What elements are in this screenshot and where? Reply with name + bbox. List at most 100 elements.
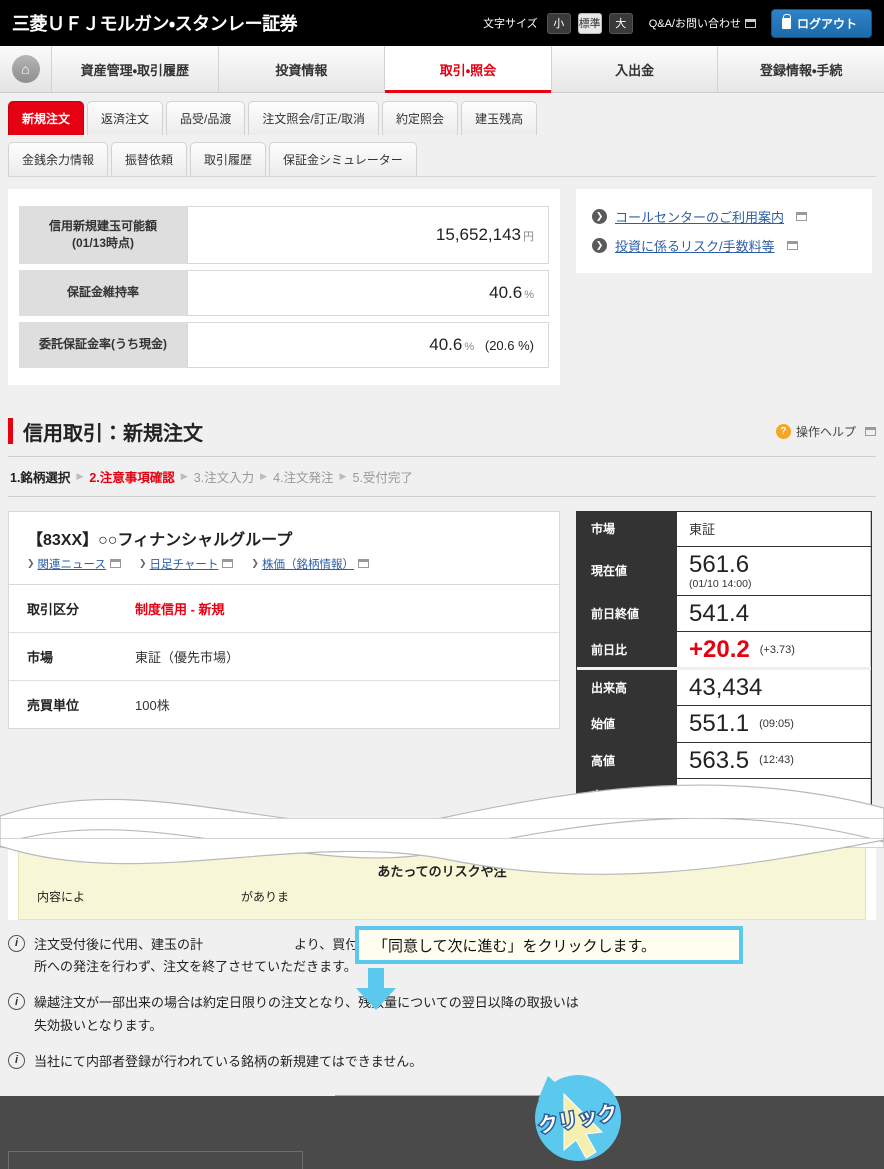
table-row: 保証金維持率 40.6% [19, 269, 549, 316]
down-arrow-icon [356, 968, 396, 1010]
caret-icon: ❯ [251, 558, 259, 569]
stock-detail-key: 売買単位 [27, 697, 80, 713]
quote-value-cell: 541.4 [677, 595, 871, 631]
quote-key: 市場 [577, 511, 677, 546]
new-window-icon [796, 212, 808, 221]
side-link-call-center[interactable]: ❯ コールセンターのご利用案内 [592, 207, 856, 226]
instruction-callout: 「同意して次に進む」をクリックします。 [355, 926, 743, 964]
balance-label-cell: 信用新規建玉可能額 (01/13時点) [19, 206, 187, 264]
tab-new-order[interactable]: 新規注文 [8, 101, 85, 135]
tab-order-inquiry[interactable]: 注文照会/訂正/取消 [248, 101, 380, 135]
quote-value-cell [677, 778, 871, 813]
notice-text: 当社にて内部者登録が行われている銘柄の新規建てはできません。 [34, 1053, 423, 1069]
footer-placeholder-box [8, 1151, 303, 1169]
table-row: 取引区分 制度信用 - 新規 [9, 584, 559, 633]
side-link-label: 投資に係るリスク/手数料等 [615, 239, 775, 254]
nav-item-assets[interactable]: 資産管理・取引履歴 [52, 46, 219, 92]
quote-value-cell: 551.1 (09:05) [677, 706, 871, 742]
info-icon: i [8, 993, 25, 1011]
nav-item-trading[interactable]: 取引・照会 [385, 46, 552, 93]
balance-value-cell: 40.6% [187, 269, 549, 316]
balance-unit: 円 [523, 230, 534, 243]
qa-contact-link[interactable]: Q&A/お問い合わせ [649, 15, 756, 31]
tab-contract-inquiry[interactable]: 約定照会 [382, 101, 459, 135]
new-window-icon [222, 559, 234, 569]
balance-label-cell: 保証金維持率 [19, 269, 187, 316]
tab-margin-simulator[interactable]: 保証金シミュレーター [269, 142, 417, 176]
info-icon: i [8, 934, 25, 952]
quote-key: 高値 [577, 742, 677, 778]
new-window-icon [109, 559, 121, 569]
tab-transfer-request[interactable]: 振替依頼 [111, 142, 188, 176]
logout-button[interactable]: ログアウト [770, 8, 872, 38]
brand-logo: 三菱ＵＦＪモルガン・スタンレー証券 [12, 14, 298, 34]
nav-item-investment-info[interactable]: 投資情報 [218, 46, 386, 92]
quote-key: 始値 [577, 706, 677, 742]
quote-value-cell: 43,434 [677, 670, 871, 706]
tab-delivery-receipt[interactable]: 品受/品渡 [166, 101, 246, 135]
quote-value-cell: 561.6 (01/10 14:00) [677, 546, 871, 595]
quote-row-current-price: 現在値 561.6 (01/10 14:00) [577, 546, 871, 596]
stock-link-daily-chart[interactable]: ❯ 日足チャート [139, 556, 234, 572]
nav-home-button[interactable]: ⌂ [0, 46, 52, 92]
quote-value-cell: +20.2 (+3.73) [677, 631, 871, 668]
balance-value: 40.6 [489, 282, 523, 302]
quote-change-value: +20.2 [689, 635, 750, 663]
new-window-icon [357, 559, 369, 569]
balance-value-cell: 40.6% (20.6 %) [187, 321, 549, 368]
page-title: 信用取引：新規注文 [23, 422, 203, 445]
operation-help-label: 操作ヘルプ [795, 424, 856, 439]
balance-value: 40.6 [429, 334, 463, 354]
table-row: 市場 東証（優先市場） [9, 632, 559, 681]
tab-repayment-order[interactable]: 返済注文 [87, 101, 164, 135]
subtab-row-secondary: 金銭余力情報 振替依頼 取引履歴 保証金シミュレーター [0, 135, 884, 176]
nav-item-deposit-withdraw[interactable]: 入出金 [551, 46, 719, 92]
side-link-risk-fees[interactable]: ❯ 投資に係るリスク/手数料等 [592, 236, 856, 255]
balance-label-cell: 委託保証金率(うち現金) [19, 321, 187, 368]
balance-value: 15,652,143 [435, 224, 521, 244]
tab-cash-balance-info[interactable]: 金銭余力情報 [8, 142, 109, 176]
balance-panel: 信用新規建玉可能額 (01/13時点) 15,652,143円 保証金維持率 [8, 189, 560, 385]
font-size-standard-button[interactable]: 標準 [577, 12, 602, 34]
balance-unit: % [524, 288, 534, 301]
tab-position-balance[interactable]: 建玉残高 [461, 101, 538, 135]
quote-key: 前日終値 [577, 595, 677, 631]
stock-detail-key: 取引区分 [9, 584, 117, 633]
notice-text: 繰越注文が一部出来の場合は約定日限りの注文となり、残数量についての翌日以降の取扱… [34, 995, 579, 1033]
quote-row-market: 市場 東証 [577, 511, 871, 547]
side-link-label: コールセンターのご利用案内 [615, 210, 785, 225]
quote-key: 現在値 [577, 546, 677, 595]
balance-extra: (20.6 %) [484, 337, 534, 353]
balance-label: 委託保証金率(うち現金) [39, 337, 167, 352]
nav-item-registration[interactable]: 登録情報・手続 [718, 46, 884, 92]
info-icon: i [8, 1051, 25, 1069]
stock-link-price-info[interactable]: ❯ 株価（銘柄情報） [251, 556, 369, 572]
arrow-circle-icon: ❯ [592, 209, 607, 224]
question-icon: ? [775, 423, 791, 439]
table-row: 信用新規建玉可能額 (01/13時点) 15,652,143 円 [19, 206, 549, 264]
tab-trade-history[interactable]: 取引履歴 [190, 142, 267, 176]
quote-row-low: 安値 [577, 778, 871, 814]
quote-change-percent: (+3.73) [759, 643, 795, 656]
balance-unit: % [464, 340, 475, 353]
stock-link-news[interactable]: ❯ 関連ニュース [27, 556, 121, 572]
step-separator: ▶ [180, 470, 188, 481]
quote-open-value: 551.1 [689, 710, 750, 738]
main-navigation: ⌂ 資産管理・取引履歴 投資情報 取引・照会 入出金 登録情報・手続 [0, 46, 884, 93]
stock-link-label: 関連ニュース [37, 558, 106, 571]
new-window-icon [744, 18, 756, 28]
list-item: i 当社にて内部者登録が行われている銘柄の新規建てはできません。 [8, 1051, 876, 1074]
side-links-panel: ❯ コールセンターのご利用案内 ❯ 投資に係るリスク/手数料等 [576, 189, 872, 385]
font-size-small-button[interactable]: 小 [546, 12, 571, 34]
quote-key: 安値 [577, 778, 677, 813]
balance-sublabel: (01/13時点) [71, 235, 135, 250]
quote-row-high: 高値 563.5 (12:43) [577, 742, 871, 779]
quote-row-change: 前日比 +20.2 (+3.73) [577, 631, 871, 671]
new-window-icon [865, 426, 876, 436]
stock-info-card: 【83XX】○○フィナンシャルグループ ❯ 関連ニュース ❯ 日足チャート ❯ … [8, 510, 560, 729]
operation-help-link[interactable]: ? 操作ヘルプ [775, 423, 876, 440]
stock-detail-value: 100株 [135, 697, 170, 713]
balance-value-cell: 15,652,143 円 [187, 206, 549, 264]
risk-notice-box: あたってのリスクや注 内容によ がありま [18, 845, 866, 920]
font-size-large-button[interactable]: 大 [608, 12, 633, 34]
